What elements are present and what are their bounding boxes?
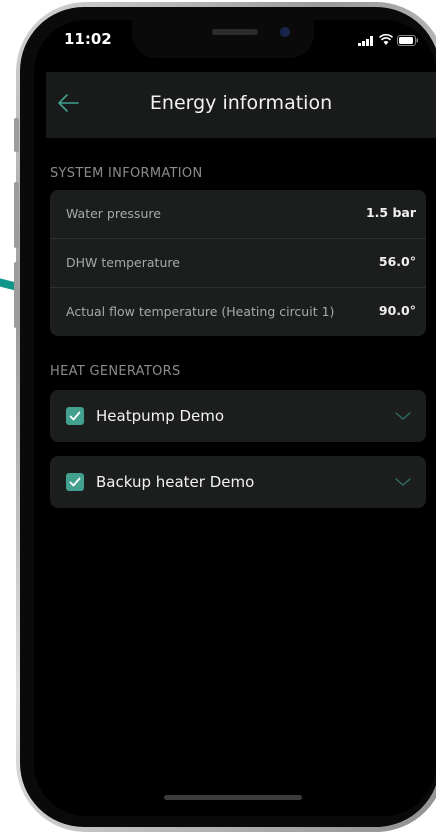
chevron-down-icon[interactable] [394,410,412,422]
heat-generator-backup-heater[interactable]: Backup heater Demo [50,456,426,508]
system-information-card: Water pressure 1.5 bar DHW temperature 5… [50,190,426,336]
section-header-system-information: SYSTEM INFORMATION [50,166,203,181]
front-camera [280,27,290,37]
info-value: 56.0° [378,254,416,269]
info-value: 90.0° [378,303,416,318]
generator-label: Heatpump Demo [96,407,225,425]
info-row-water-pressure: Water pressure 1.5 bar [50,190,426,238]
info-row-dhw-temperature: DHW temperature 56.0° [50,238,426,287]
home-indicator [164,795,302,800]
info-label: Water pressure [66,206,161,221]
info-label: Actual flow temperature (Heating circuit… [66,304,335,319]
battery-icon [397,35,418,46]
checkmark-icon [69,477,81,487]
page-title: Energy information [149,92,333,114]
app-header: Energy information [46,72,436,138]
mute-switch [14,118,19,152]
notch [132,20,314,58]
info-row-actual-flow-temperature: Actual flow temperature (Heating circuit… [50,287,426,336]
heat-generator-heatpump[interactable]: Heatpump Demo [50,390,426,442]
info-value: 1.5 bar [365,205,416,220]
volume-down-button [14,262,19,328]
app-screen: 11:02 Energy information SYSTEM INFORMAT… [34,20,436,816]
checkmark-icon [69,411,81,421]
signal-icon [358,36,373,46]
wifi-icon [379,34,393,45]
section-header-heat-generators: HEAT GENERATORS [50,364,181,379]
info-label: DHW temperature [66,255,180,270]
generator-label: Backup heater Demo [96,473,255,491]
backup-heater-checkbox[interactable] [66,473,84,491]
heatpump-checkbox[interactable] [66,407,84,425]
volume-up-button [14,182,19,248]
chevron-down-icon[interactable] [394,476,412,488]
status-time: 11:02 [64,30,112,48]
speaker-grille [212,29,258,35]
